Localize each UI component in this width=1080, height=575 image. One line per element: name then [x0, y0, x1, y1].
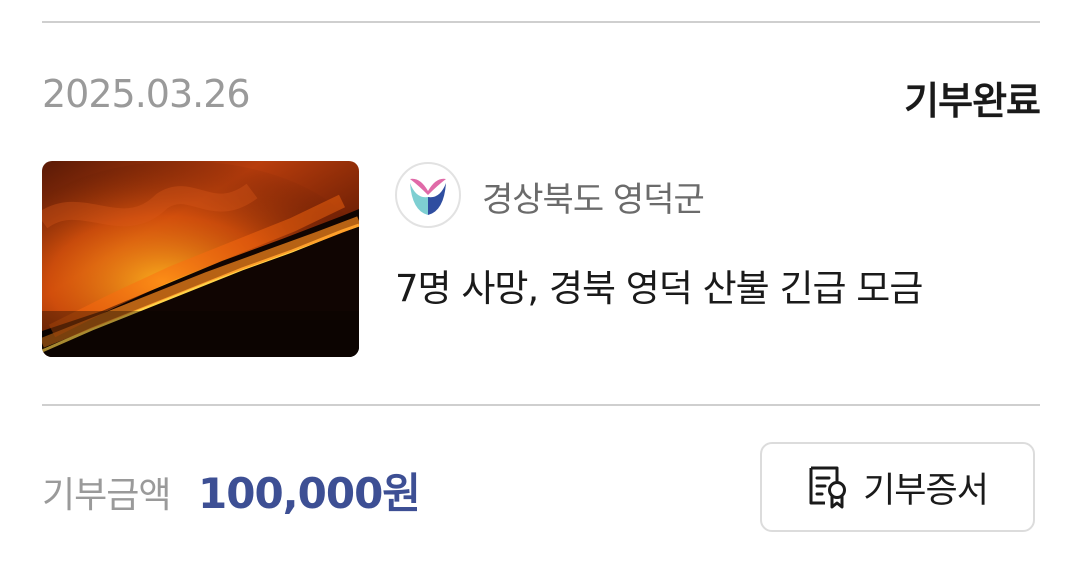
amount-value: 100,000원	[198, 469, 421, 518]
donation-status: 기부완료	[904, 79, 1041, 123]
wildfire-photo	[42, 161, 359, 357]
campaign-thumbnail[interactable]	[42, 161, 359, 357]
organization-name: 경상북도 영덕군	[482, 180, 705, 220]
middle-divider	[42, 404, 1040, 406]
amount-label: 기부금액	[42, 475, 171, 516]
donation-date: 2025.03.26	[42, 72, 251, 116]
campaign-title[interactable]: 7명 사망, 경북 영덕 산불 긴급 모금	[395, 258, 923, 312]
yeongdeok-county-logo-icon	[410, 178, 446, 215]
donation-history-card: 2025.03.26 기부완료 경상북도 영덕군 7명 사망, 경북 영덕 산불…	[0, 0, 1080, 575]
certificate-button-label: 기부증서	[863, 470, 989, 511]
top-divider	[42, 21, 1040, 23]
certificate-icon	[809, 466, 847, 509]
yeongdeok-county-logo-icon	[395, 162, 461, 228]
certificate-button[interactable]: 기부증서	[760, 442, 1035, 532]
